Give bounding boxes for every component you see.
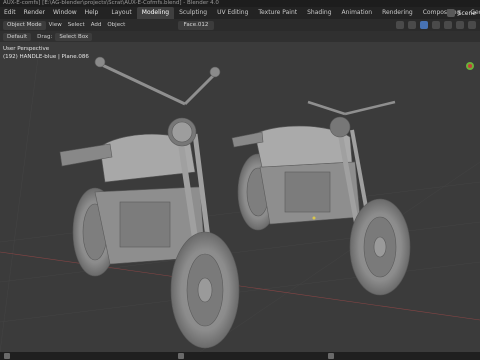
mouse-middle-icon [178, 353, 184, 359]
drag-label: Drag: [37, 33, 53, 40]
menu-add[interactable]: Add [88, 22, 105, 28]
menu-help[interactable]: Help [81, 7, 103, 19]
tab-shading[interactable]: Shading [302, 7, 336, 19]
scene-selector[interactable]: Scene [446, 7, 480, 19]
motorcycle-left [59, 56, 240, 349]
motorcycle-right [231, 100, 411, 296]
object-info-label: (192) HANDLE-blue | Plane.086 [3, 54, 89, 60]
shading-solid-icon[interactable] [444, 21, 452, 29]
menu-edit[interactable]: Edit [0, 7, 20, 19]
tab-sculpting[interactable]: Sculpting [174, 7, 212, 19]
tab-modeling[interactable]: Modeling [136, 7, 175, 19]
tab-animation[interactable]: Animation [337, 7, 378, 19]
menu-object[interactable]: Object [104, 22, 128, 28]
drag-select-dropdown[interactable]: Select Box [55, 32, 93, 41]
face-name-field[interactable]: Face.012 [178, 20, 214, 30]
tab-uv-editing[interactable]: UV Editing [212, 7, 253, 19]
mouse-left-icon [4, 353, 10, 359]
menu-select[interactable]: Select [65, 22, 88, 28]
shading-rendered-icon[interactable] [468, 21, 476, 29]
shading-material-icon[interactable] [456, 21, 464, 29]
3d-viewport[interactable]: User Perspective (192) HANDLE-blue | Pla… [0, 42, 480, 352]
xray-icon[interactable] [432, 21, 440, 29]
viewport-header: Object Mode View Select Add Object Face.… [0, 19, 480, 31]
3d-cursor [312, 216, 316, 220]
tab-texture-paint[interactable]: Texture Paint [253, 7, 302, 19]
tool-settings-header: Default Drag: Select Box [0, 31, 480, 42]
tab-rendering[interactable]: Rendering [377, 7, 418, 19]
gizmo-x-axis-icon[interactable] [468, 64, 472, 68]
perspective-label: User Perspective [3, 46, 50, 52]
menu-view[interactable]: View [46, 22, 65, 28]
workspace-tabs: Layout Modeling Sculpting UV Editing Tex… [106, 7, 480, 19]
top-menu-bar: Edit Render Window Help Layout Modeling … [0, 7, 480, 19]
scene-icon [446, 9, 455, 17]
overlay-icon[interactable] [420, 21, 428, 29]
viewport-scene [0, 42, 480, 352]
status-bar [0, 352, 480, 360]
menu-render[interactable]: Render [20, 7, 49, 19]
gizmo-icon[interactable] [408, 21, 416, 29]
object-mode-dropdown[interactable]: Object Mode [3, 20, 46, 30]
mouse-right-icon [328, 353, 334, 359]
scene-label: Scene [457, 9, 476, 17]
window-title-bar: AUX-E-comfs] [E:\AG-blender\projects\Scr… [0, 0, 480, 7]
visibility-icon[interactable] [396, 21, 404, 29]
menu-window[interactable]: Window [49, 7, 81, 19]
orientation-dropdown[interactable]: Default [3, 32, 32, 41]
window-title: AUX-E-comfs] [E:\AG-blender\projects\Scr… [3, 0, 219, 6]
tab-layout[interactable]: Layout [106, 7, 136, 19]
